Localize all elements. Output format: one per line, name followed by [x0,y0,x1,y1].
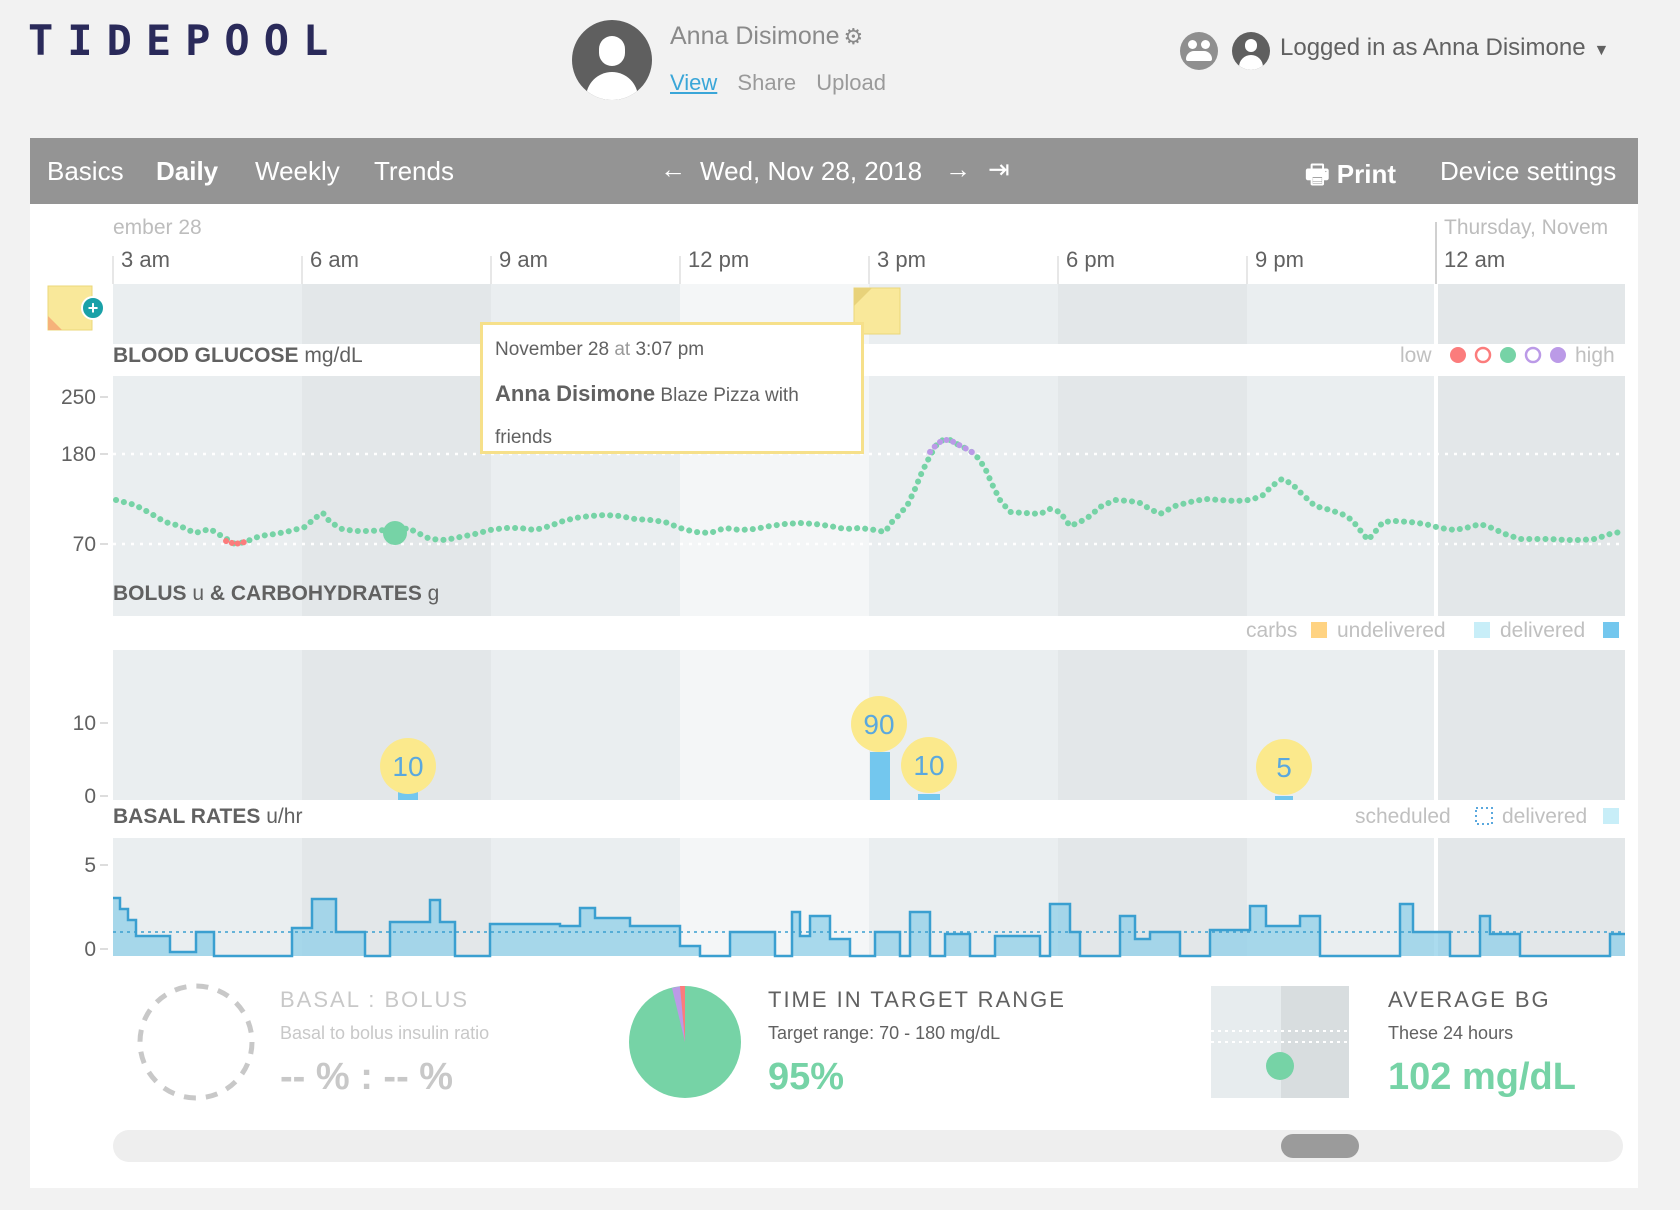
patient-name: Anna Disimone [670,22,840,50]
tooltip-body: Anna Disimone Blaze Pizza with friends [495,373,845,459]
tidepool-logo[interactable]: TIDEPOOL [28,16,342,65]
tooltip-timestamp: November 28 at 3:07 pm [495,339,704,361]
basal-bolus-subtitle: Basal to bolus insulin ratio [280,1023,490,1043]
avg-bg-value: 102 mg/dL [1388,1056,1576,1098]
print-button[interactable]: 🖶 Print [1305,156,1396,200]
bolus-bar[interactable] [1275,796,1293,800]
tooltip-date: November 28 [495,339,610,360]
legend-carbs: carbs [1246,619,1297,642]
arrow-right-icon[interactable]: → [945,154,971,185]
svg-text:+: + [88,298,99,318]
basal-section-title: BASAL RATES u/hr [113,805,302,828]
tab-daily[interactable]: Daily [156,156,218,187]
current-date: Wed, Nov 28, 2018 [700,156,923,186]
legend-delivered: delivered [1500,619,1585,642]
carb-value: 10 [392,751,423,782]
patient-links: View Share Upload [670,70,900,96]
tir-stat: TIME IN TARGET RANGE Target range: 70 - … [768,987,1066,1099]
basal-bolus-ring [137,983,255,1101]
arrow-left-icon[interactable]: ← [660,154,686,185]
hour-label: 12 am [1444,247,1505,272]
legend-scheduled: scheduled [1355,805,1451,828]
basal-tick: 5 [84,854,96,877]
note-tooltip: November 28 at 3:07 pm Anna Disimone Bla… [480,322,864,454]
bolus-bar[interactable] [918,794,940,800]
tir-value: 95% [768,1056,845,1098]
avg-bg-subtitle: These 24 hours [1388,1023,1514,1043]
bg-tick: 70 [73,533,96,556]
bolus-y-axis: 10 0 [73,712,108,808]
basal-bolus-title: BASAL : BOLUS [280,987,470,1012]
patient-name-row: Anna Disimone ⚙ [670,22,863,51]
bolus-bar[interactable] [870,752,890,800]
jump-to-most-recent-icon[interactable]: ⇥ [988,154,1010,185]
basal-bolus-stat: BASAL : BOLUS Basal to bolus insulin rat… [280,987,489,1099]
tooltip-at: at [614,339,631,360]
legend-undelivered: undelivered [1337,619,1446,642]
bolus-tick: 10 [73,712,96,735]
add-note-button[interactable]: + [47,285,105,331]
upload-link[interactable]: Upload [816,70,886,95]
bg-legend: low high [1400,344,1615,367]
patient-avatar [572,20,652,100]
device-settings-link[interactable]: Device settings [1440,156,1616,187]
carb-value: 5 [1276,752,1292,783]
avg-bg-title: AVERAGE BG [1388,987,1551,1012]
share-link[interactable]: Share [737,70,796,95]
basal-legend: scheduled delivered [1355,805,1619,828]
hour-axis: 3 am 6 am 9 am 12 pm 3 pm 6 pm 9 pm 12 a… [112,247,1505,284]
tooltip-author: Anna Disimone [495,381,656,406]
basal-tick: 0 [84,938,96,961]
hour-label: 12 pm [688,247,749,272]
tab-basics[interactable]: Basics [47,156,124,187]
legend-low: low [1400,344,1432,367]
account-menu[interactable]: Logged in as Anna Disimone ▼ [1280,34,1609,62]
hour-label: 6 am [310,247,359,272]
tir-subtitle: Target range: 70 - 180 mg/dL [768,1023,1001,1043]
hour-label: 3 am [121,247,170,272]
avg-bg-mini-chart [1211,986,1349,1098]
basal-y-axis: 5 0 [84,854,108,961]
printer-icon: 🖶 [1305,159,1330,189]
logged-in-label: Logged in as Anna Disimone [1280,34,1586,61]
avg-bg-stat: AVERAGE BG These 24 hours 102 mg/dL [1388,987,1576,1099]
bg-section-title: BLOOD GLUCOSE mg/dL [113,344,363,367]
scrollbar-thumb[interactable] [1281,1134,1359,1158]
bolus-section-title: BOLUS u & CARBOHYDRATES g [113,582,439,605]
basal-bolus-value: -- % : -- % [280,1056,454,1098]
user-icon [1232,32,1270,70]
hour-label: 9 am [499,247,548,272]
bg-y-axis: 250 180 70 [61,386,108,556]
smbg-reading[interactable] [383,521,407,545]
bg-tick: 250 [61,386,96,409]
care-team-icon[interactable] [1180,32,1218,70]
legend-delivered-basal: delivered [1502,805,1587,828]
legend-high: high [1575,344,1615,367]
gear-icon[interactable]: ⚙ [844,24,864,49]
tab-trends[interactable]: Trends [374,156,454,187]
hour-label: 6 pm [1066,247,1115,272]
print-label: Print [1336,159,1397,189]
view-link[interactable]: View [670,70,717,95]
bolus-legend: carbs undelivered delivered [1246,619,1619,642]
carb-value: 10 [913,750,944,781]
tir-title: TIME IN TARGET RANGE [768,987,1066,1012]
timeline-scrollbar[interactable] [113,1130,1623,1162]
bg-tick: 180 [61,443,96,466]
tooltip-time: 3:07 pm [635,339,705,360]
hour-label: 3 pm [877,247,926,272]
tab-weekly[interactable]: Weekly [255,156,340,187]
day-label-left: ember 28 [113,216,202,239]
hour-label: 9 pm [1255,247,1304,272]
carb-value: 90 [863,709,894,740]
navbar: Basics Daily Weekly Trends ← Wed, Nov 28… [30,138,1638,204]
bolus-tick: 0 [84,785,96,808]
chevron-down-icon: ▼ [1593,42,1610,59]
day-label-right: Thursday, Novem [1444,216,1608,239]
